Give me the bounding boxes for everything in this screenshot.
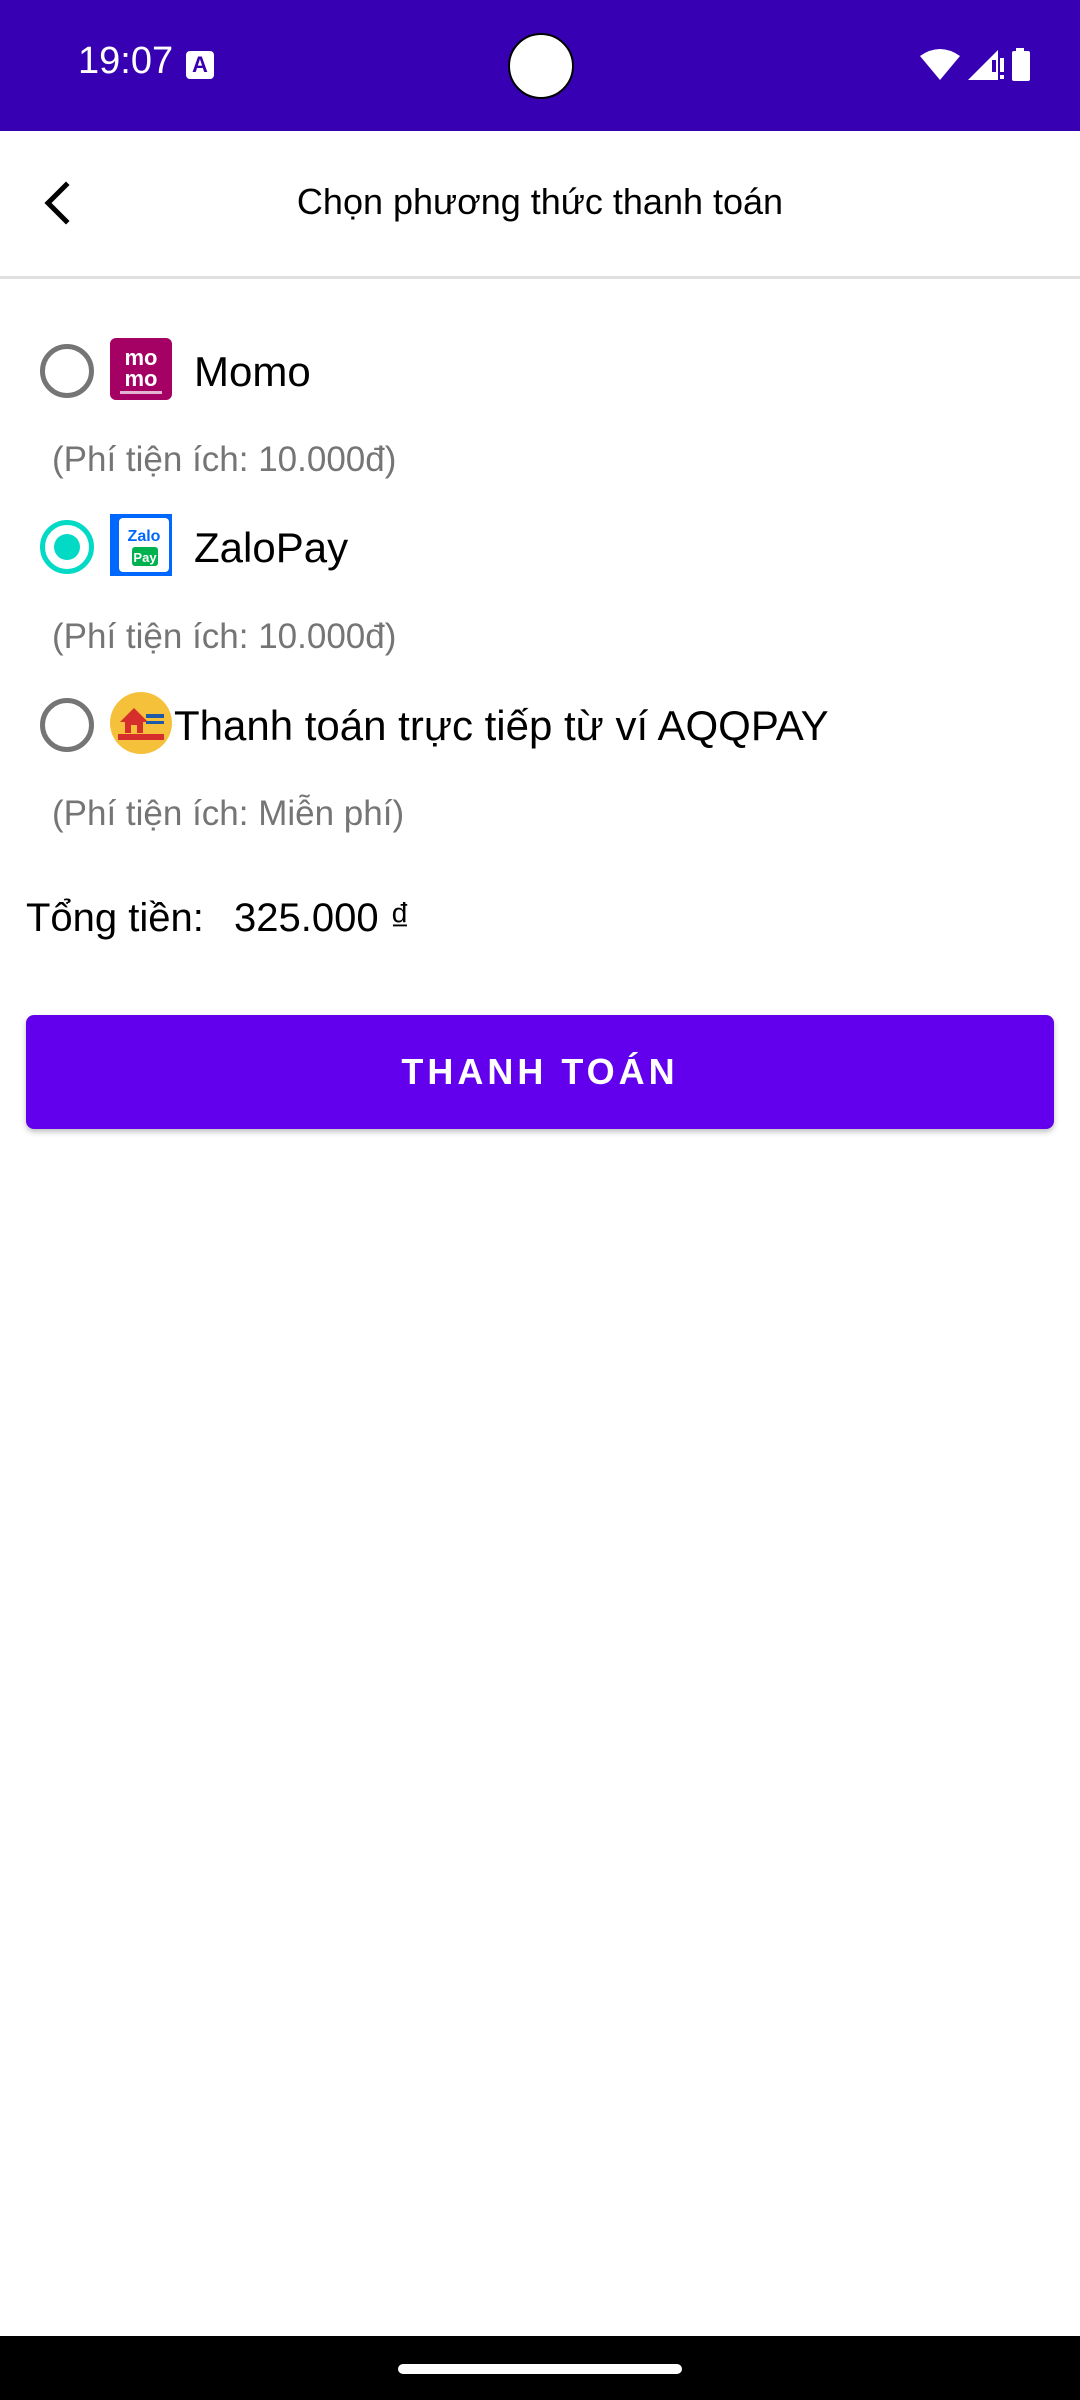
svg-text:Zalo: Zalo [128,528,161,545]
payment-option-zalopay[interactable]: Zalo Pay ZaloPay [0,502,1080,592]
battery-icon [1012,48,1030,81]
page-title: Chọn phương thức thanh toán [296,181,784,222]
option-label-zalopay: ZaloPay [194,524,349,571]
notification-a-icon: A [186,51,214,79]
status-time: 19:07 [78,40,174,82]
payment-method-screen: 19:07 A Chọn phương thức thanh toán mo m… [0,0,1080,2400]
fee-text-zalopay: (Phí tiện ích: 10.000đ) [52,617,397,656]
svg-text:mo: mo [125,366,158,391]
fee-text-momo: (Phí tiện ích: 10.000đ) [52,440,397,479]
option-label-aqqpay: Thanh toán trực tiếp từ ví AQQPAY [174,702,829,749]
momo-logo-icon: mo mo [110,338,172,400]
radio-aqqpay[interactable] [40,698,94,752]
pay-button[interactable]: THANH TOÁN [26,1015,1054,1129]
camera-cutout [508,33,574,99]
total-label: Tổng tiền: [26,896,204,940]
svg-text:Pay: Pay [133,550,157,565]
app-bar: Chọn phương thức thanh toán [0,131,1080,279]
pay-button-label: THANH TOÁN [401,1051,679,1092]
payment-option-aqqpay[interactable]: Thanh toán trực tiếp từ ví AQQPAY [0,680,1080,770]
home-indicator[interactable] [398,2364,682,2374]
aqqpay-logo-icon [110,692,172,754]
fee-text-aqqpay: (Phí tiện ích: Miễn phí) [52,794,405,833]
total-value: 325.000 ₫ [234,896,411,940]
status-icons [920,48,1030,81]
status-bar: 19:07 A [0,0,1080,131]
option-label-momo: Momo [194,348,311,395]
wifi-icon [920,49,960,80]
zalopay-logo-icon: Zalo Pay [110,514,172,576]
radio-momo[interactable] [40,344,94,398]
radio-zalopay[interactable] [40,520,94,574]
payment-option-momo[interactable]: mo mo Momo [0,326,1080,416]
signal-icon [968,50,1004,80]
